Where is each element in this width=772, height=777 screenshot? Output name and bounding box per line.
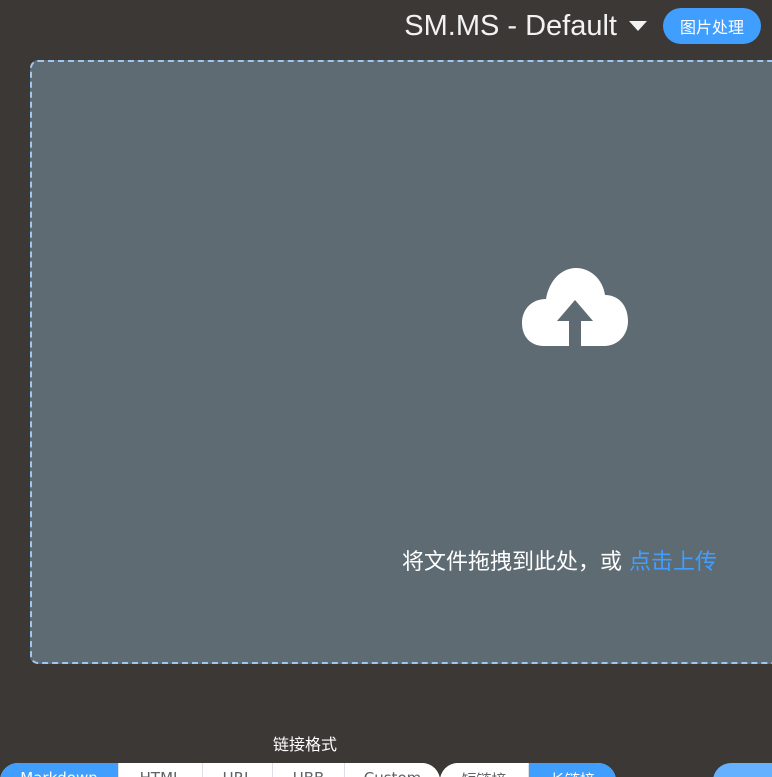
link-format-group: Markdown HTML URL UBB Custom [0,763,440,777]
format-markdown-button[interactable]: Markdown [0,763,118,777]
caret-down-icon[interactable] [628,21,647,31]
action-button[interactable] [713,763,772,777]
format-html-button[interactable]: HTML [118,763,202,777]
picbed-title[interactable]: SM.MS - Default [404,10,617,43]
upload-page: SM.MS - Default 图片处理 将文件拖拽到此处，或 点击上传 链接格… [0,0,772,777]
link-length-group: 短链接 长链接 [440,763,616,777]
upload-dropzone[interactable]: 将文件拖拽到此处，或 点击上传 [30,60,772,664]
drop-text: 将文件拖拽到此处，或 [402,550,623,575]
link-format-label: 链接格式 [273,735,338,754]
short-link-button[interactable]: 短链接 [440,763,528,777]
long-link-button[interactable]: 长链接 [528,763,616,777]
picbed-selector[interactable]: SM.MS - Default [404,10,647,43]
upload-hint: 将文件拖拽到此处，或 点击上传 [402,544,717,576]
format-url-button[interactable]: URL [202,763,272,777]
format-custom-button[interactable]: Custom [344,763,440,777]
header: SM.MS - Default 图片处理 [404,6,761,46]
cloud-upload-icon [522,268,628,346]
click-upload-link[interactable]: 点击上传 [629,550,717,575]
image-process-button[interactable]: 图片处理 [662,8,761,44]
format-ubb-button[interactable]: UBB [272,763,344,777]
